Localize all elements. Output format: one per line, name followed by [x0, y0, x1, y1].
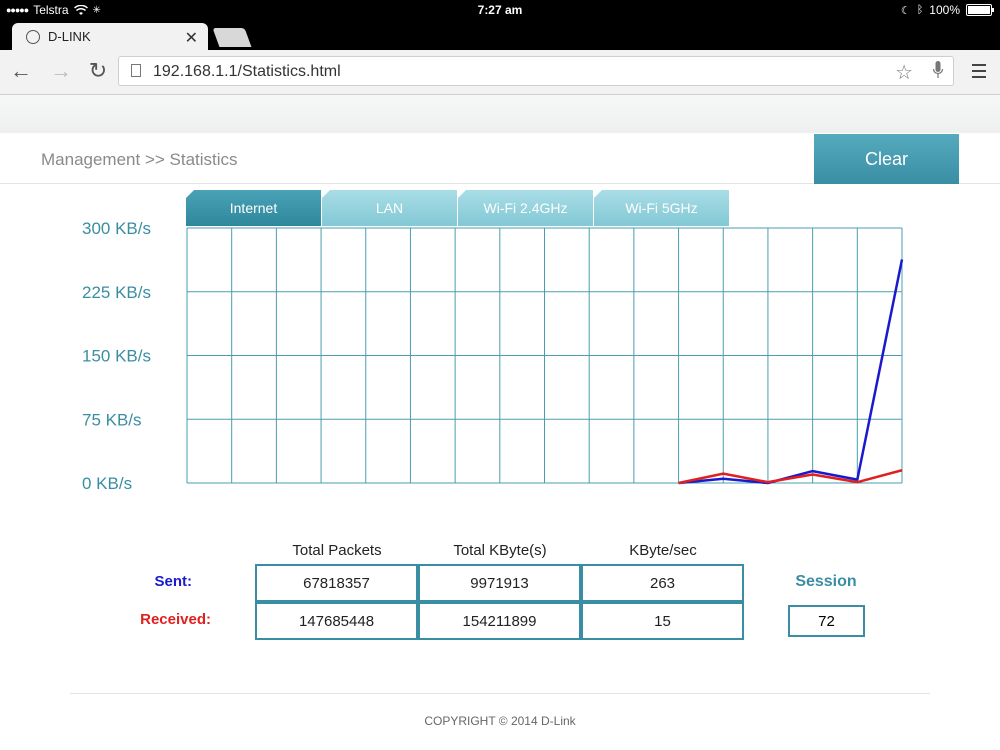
sent-label: Sent: [154, 573, 193, 590]
footer-divider [70, 693, 930, 694]
header-total-packets: Total Packets [292, 542, 382, 559]
received-total-kbytes: 154211899 [418, 602, 581, 640]
session-value: 72 [788, 605, 865, 637]
received-total-packets: 147685448 [255, 602, 418, 640]
y-tick-label: 300 KB/s [82, 219, 151, 238]
received-kbyte-sec: 15 [581, 602, 744, 640]
header-kbyte-sec: KByte/sec [629, 542, 697, 559]
y-tick-label: 225 KB/s [82, 283, 151, 302]
session-label: Session [795, 573, 857, 590]
y-tick-label: 150 KB/s [82, 347, 151, 366]
series-line-sent [678, 259, 904, 485]
header-total-kbytes: Total KByte(s) [453, 542, 547, 559]
sent-total-packets: 67818357 [255, 564, 418, 602]
received-label: Received: [140, 611, 211, 628]
y-tick-label: 0 KB/s [82, 474, 132, 493]
sent-total-kbytes: 9971913 [418, 564, 581, 602]
copyright: COPYRIGHT © 2014 D-Link [424, 714, 576, 728]
y-tick-label: 75 KB/s [82, 410, 142, 429]
sent-kbyte-sec: 263 [581, 564, 744, 602]
